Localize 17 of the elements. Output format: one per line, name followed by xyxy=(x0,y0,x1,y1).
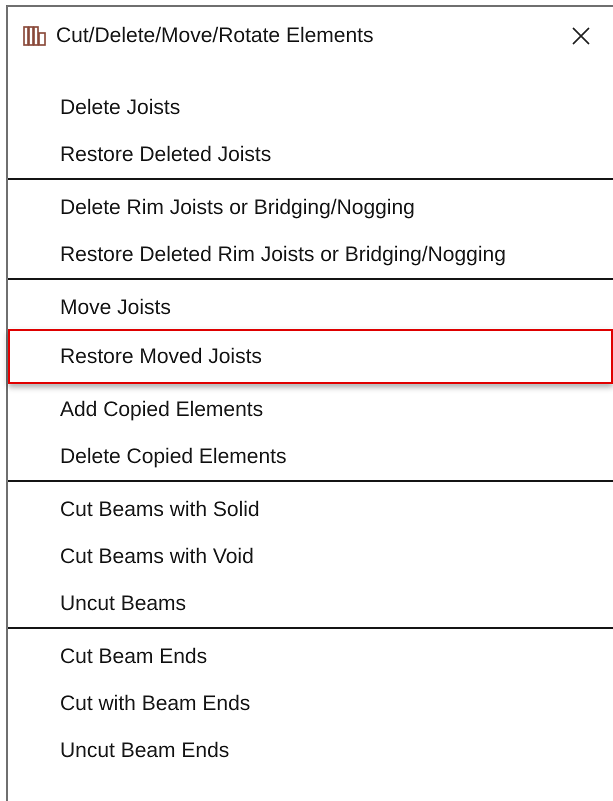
menu-item[interactable]: Restore Deleted Joists xyxy=(8,128,613,177)
menu-item[interactable]: Move Joists xyxy=(8,281,613,330)
menu-item[interactable]: Cut with Beam Ends xyxy=(8,677,613,726)
menu-item[interactable]: Delete Rim Joists or Bridging/Nogging xyxy=(8,181,613,230)
menu-item[interactable]: Restore Moved Joists xyxy=(8,329,613,384)
menu-item[interactable]: Delete Copied Elements xyxy=(8,430,613,479)
bars-icon xyxy=(23,26,47,46)
menu-item[interactable]: Restore Deleted Rim Joists or Bridging/Nogging xyxy=(8,228,613,277)
menu-item[interactable]: Cut Beams with Solid xyxy=(8,483,613,532)
menu-item[interactable]: Add Copied Elements xyxy=(8,383,613,432)
window-title: Cut/Delete/Move/Rotate Elements xyxy=(56,24,374,48)
menu-item[interactable]: Uncut Beams xyxy=(8,577,613,626)
menu-item[interactable]: Delete Joists xyxy=(8,81,613,130)
menu-item[interactable]: Cut Beams with Void xyxy=(8,530,613,579)
menu-item[interactable]: Uncut Beam Ends xyxy=(8,724,613,773)
close-icon[interactable] xyxy=(571,26,591,46)
menu-item[interactable]: Cut Beam Ends xyxy=(8,630,613,679)
